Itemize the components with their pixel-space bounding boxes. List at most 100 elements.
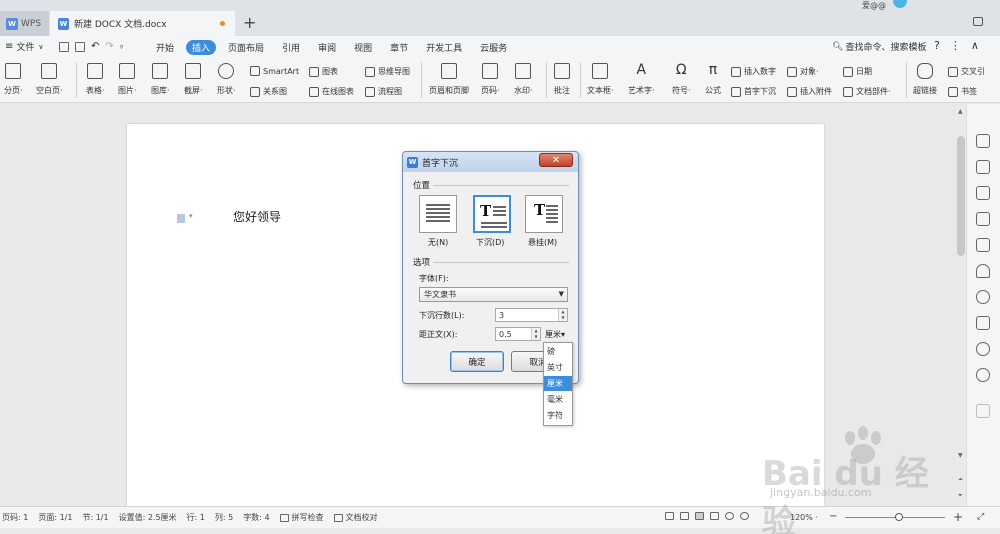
window-mode-icon[interactable] [973,17,983,26]
position-margin-label[interactable]: 悬挂(M) [528,237,557,248]
backup-icon[interactable] [976,316,990,330]
share-icon[interactable] [976,290,990,304]
redo-icon[interactable]: ↷ [105,41,113,52]
file-menu-button[interactable]: ≡ 文件 ∨ [0,40,56,53]
shapes-button[interactable]: 形状· [217,63,236,96]
hyperlink-button[interactable]: 超链接 [913,63,937,96]
scroll-up-icon[interactable]: ▲ [958,108,963,115]
online-chart-button[interactable]: 在线图表 [309,86,354,97]
position-drop-label[interactable]: 下沉(D) [476,237,504,248]
unit-select[interactable]: 厘米▾ [545,329,565,340]
undo-icon[interactable]: ↶ [91,41,99,52]
comment-button[interactable]: 批注 [554,63,570,96]
flowchart-button[interactable]: 流程图 [365,86,402,97]
new-tab-button[interactable]: + [243,13,256,32]
insert-number-button[interactable]: 插入数字 [731,66,776,77]
command-search[interactable]: 🔍︎ 查找命令、搜索模板 [832,40,926,54]
chart-button[interactable]: 图表 [309,66,338,77]
tab-section[interactable]: 章节 [390,41,408,54]
quick-access-dropdown-icon[interactable]: ▿ [120,43,124,51]
tab-review[interactable]: 审阅 [318,41,336,54]
distance-stepper[interactable]: 0.5 ▲ ▼ [495,327,541,341]
copy-icon[interactable] [976,238,990,252]
eye-protect-icon[interactable] [740,512,749,520]
user-name[interactable]: 爱@@ [862,0,886,11]
tab-insert[interactable]: 插入 [186,40,217,55]
header-footer-button[interactable]: 页眉和页脚 [429,63,469,96]
tab-references[interactable]: 引用 [282,41,300,54]
drop-lines-stepper[interactable]: 3 ▲ ▼ [495,308,568,322]
position-none-label[interactable]: 无(N) [428,237,448,248]
focus-mode-icon[interactable] [665,512,674,520]
drop-cap-button[interactable]: 首字下沉 [731,86,776,97]
attachment-button[interactable]: 插入附件 [787,86,832,97]
status-words[interactable]: 字数: 4 [243,512,269,523]
collapse-ribbon-icon[interactable]: ∧ [971,39,979,52]
tab-view[interactable]: 视图 [354,41,372,54]
watermark-button[interactable]: 水印· [514,63,533,96]
close-button[interactable]: ✕ [539,153,573,167]
ok-button[interactable]: 确定 [450,351,504,372]
bookmark-button[interactable]: 书签 [948,86,977,97]
document-text[interactable]: 您好领导 [233,208,281,225]
tab-document[interactable]: W 新建 DOCX 文档.docx [50,11,235,36]
help-icon[interactable]: ? [934,39,940,52]
paragraph-handle-icon[interactable] [177,214,185,223]
screenshot-button[interactable]: 截屏· [184,63,203,96]
font-select[interactable]: 华文隶书 ▼ [419,287,568,302]
tab-developer[interactable]: 开发工具 [426,41,462,54]
object-button[interactable]: 对象· [787,66,819,77]
date-button[interactable]: 日期 [843,66,872,77]
table-button[interactable]: 表格· [86,63,105,96]
stepper-arrows-icon[interactable]: ▲ ▼ [531,328,540,340]
page-number-button[interactable]: 页码· [481,63,500,96]
page-break-button[interactable]: 分页· [4,63,23,96]
tab-page-layout[interactable]: 页面布局 [228,41,264,54]
unit-option-char[interactable]: 字符 [544,408,572,423]
relation-chart-button[interactable]: 关系图 [250,86,287,97]
history-icon[interactable] [976,342,990,356]
cross-reference-button[interactable]: 交叉引 [948,66,985,77]
spell-check-button[interactable]: 拼写检查 [279,512,324,523]
smartart-button[interactable]: SmartArt [250,66,299,76]
position-drop-option[interactable]: T [473,195,511,233]
tab-cloud[interactable]: 云服务 [480,41,507,54]
unit-option-cm[interactable]: 厘米 [544,376,572,391]
textbox-button[interactable]: 文本框· [587,63,614,96]
star-icon[interactable] [976,264,990,278]
settings-sliders-icon[interactable] [976,212,990,226]
unit-option-pound[interactable]: 磅 [544,344,572,359]
read-mode-icon[interactable] [680,512,689,520]
symbol-button[interactable]: Ω 符号· [672,63,691,96]
web-view-icon[interactable] [725,512,734,520]
help-circle-icon[interactable] [976,368,990,382]
position-margin-option[interactable]: T [525,195,563,233]
stepper-arrows-icon[interactable]: ▲ ▼ [558,309,567,321]
doc-parts-button[interactable]: 文档部件· [843,86,891,97]
mind-map-button[interactable]: 思维导图 [365,66,410,77]
doc-proof-button[interactable]: 文档校对 [333,512,378,523]
scroll-thumb[interactable] [957,136,965,256]
picture-button[interactable]: 图片· [118,63,137,96]
apps-grid-icon[interactable] [976,404,990,418]
page-view-icon[interactable] [695,512,704,520]
pen-icon[interactable] [976,134,990,148]
formula-button[interactable]: π 公式 [705,63,721,96]
select-arrow-icon[interactable] [976,160,990,174]
wordart-button[interactable]: A 艺术字· [628,63,655,96]
unit-option-mm[interactable]: 毫米 [544,392,572,407]
position-none-option[interactable] [419,195,457,233]
paragraph-dropdown-icon[interactable]: ▾ [189,212,193,220]
save-icon[interactable] [59,41,69,52]
tab-home[interactable]: 开始 [156,41,174,54]
user-avatar-icon[interactable] [893,0,907,8]
more-icon[interactable]: ⋮ [950,39,961,52]
gallery-button[interactable]: 图库· [151,63,170,96]
fullscreen-icon[interactable]: ⤢ [977,512,984,522]
unit-option-inch[interactable]: 英寸 [544,360,572,375]
outline-view-icon[interactable] [710,512,719,520]
blank-page-button[interactable]: 空白页· [36,63,63,96]
tab-wps-home[interactable]: W WPS [0,11,49,36]
shape-icon[interactable] [976,186,990,200]
print-icon[interactable] [75,41,85,52]
